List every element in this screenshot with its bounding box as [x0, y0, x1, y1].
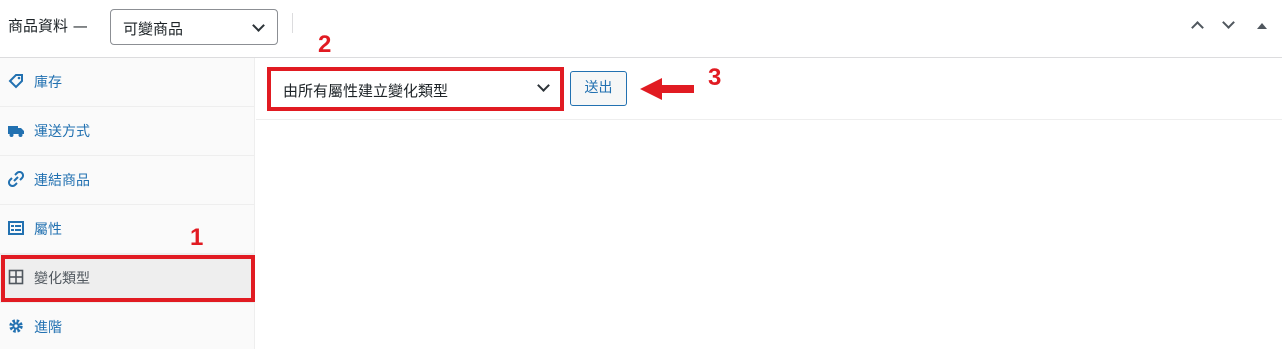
- chevron-down-icon: [537, 79, 550, 92]
- annotation-marker-2: 2: [318, 31, 332, 58]
- chevron-up-icon: [1191, 21, 1204, 34]
- tab-label: 運送方式: [34, 124, 90, 140]
- tab-linked-products[interactable]: 連結商品: [0, 156, 255, 205]
- tab-shipping[interactable]: 運送方式: [0, 107, 255, 156]
- list-icon: [8, 220, 24, 236]
- move-down-button[interactable]: [1219, 16, 1241, 38]
- product-data-tabs: 庫存 運送方式 連結商品 屬性 變化類型 進階: [0, 58, 255, 349]
- tab-advanced[interactable]: 進階: [0, 303, 255, 349]
- move-up-button[interactable]: [1188, 16, 1210, 38]
- gear-icon: [8, 318, 24, 334]
- go-button[interactable]: 送出: [570, 71, 627, 106]
- tab-label: 連結商品: [34, 173, 90, 189]
- tab-label: 進階: [34, 320, 62, 336]
- tab-label: 庫存: [34, 75, 62, 91]
- tab-label: 屬性: [34, 222, 62, 238]
- product-type-select[interactable]: 可變商品: [110, 9, 278, 45]
- highlight-box-variations-tab: [1, 255, 255, 302]
- chevron-down-icon: [1222, 16, 1235, 29]
- product-type-value: 可變商品: [123, 20, 184, 38]
- truck-icon: [8, 122, 24, 138]
- annotation-arrow-icon: [640, 78, 694, 100]
- annotation-marker-3: 3: [708, 64, 722, 91]
- product-data-header: 商品資料 — 可變商品: [0, 0, 1282, 58]
- tag-icon: [8, 73, 24, 89]
- header-divider: [292, 13, 293, 33]
- chevron-down-icon: [252, 19, 265, 32]
- variation-action-select[interactable]: 由所有屬性建立變化類型: [267, 67, 564, 111]
- product-data-title: 商品資料 —: [8, 17, 88, 35]
- toggle-panel-button[interactable]: [1252, 16, 1274, 38]
- tab-attributes[interactable]: 屬性: [0, 205, 255, 254]
- tab-inventory[interactable]: 庫存: [0, 58, 255, 107]
- annotation-marker-1: 1: [190, 224, 204, 251]
- variation-action-value: 由所有屬性建立變化類型: [283, 82, 449, 100]
- link-icon: [7, 170, 25, 188]
- triangle-up-icon: [1257, 23, 1267, 29]
